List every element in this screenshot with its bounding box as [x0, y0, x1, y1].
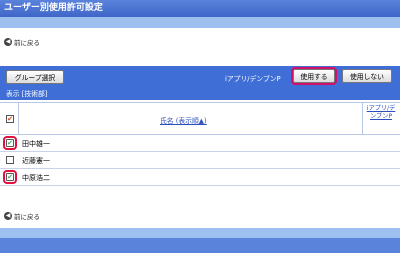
back-link-label: 前に戻る	[14, 39, 40, 47]
footer-bar-bottom	[0, 238, 400, 253]
back-arrow-icon: ◀	[4, 38, 12, 46]
back-link-label: 前に戻る	[14, 213, 40, 221]
page-title: ユーザー別使用許可設定	[0, 0, 400, 17]
footer-bar	[0, 228, 400, 238]
user-table: ✔ 氏名 (表示順▲) iアプリ/デンブンP ✔ 田中雄一 近藤憲一 ✔ 中原浩…	[0, 102, 400, 186]
row-checkbox[interactable]: ✔	[3, 136, 17, 150]
user-name: 近藤憲一	[22, 157, 50, 165]
table-row: ✔ 田中雄一	[0, 135, 400, 152]
user-name: 田中雄一	[22, 140, 50, 148]
select-all-checkbox[interactable]: ✔	[6, 115, 14, 123]
name-sort-link[interactable]: 氏名 (表示順▲)	[160, 115, 207, 125]
table-row: ✔ 中原浩二	[0, 169, 400, 186]
table-header: ✔ 氏名 (表示順▲) iアプリ/デンブンP	[0, 103, 400, 135]
back-link-top[interactable]: ◀ 前に戻る	[4, 37, 40, 47]
header-subbar	[0, 17, 400, 28]
app-name-label: iアプリ/デンブンP	[225, 75, 281, 83]
use-button[interactable]: 使用する	[291, 67, 337, 85]
filter-label: 表示 [技術部]	[6, 90, 48, 98]
table-row: 近藤憲一	[0, 152, 400, 169]
app-column-link[interactable]: iアプリ/デンブンP	[364, 105, 398, 121]
row-checkbox[interactable]: ✔	[3, 170, 17, 184]
back-arrow-icon: ◀	[4, 212, 12, 220]
row-checkbox[interactable]	[6, 156, 14, 164]
user-name: 中原浩二	[22, 174, 50, 182]
back-link-bottom[interactable]: ◀ 前に戻る	[4, 211, 40, 221]
not-use-button[interactable]: 使用しない	[342, 69, 392, 83]
group-select-button[interactable]: グループ選択	[6, 70, 64, 84]
toolbar-panel: グループ選択 iアプリ/デンブンP 使用する 使用しない 表示 [技術部]	[0, 66, 400, 100]
